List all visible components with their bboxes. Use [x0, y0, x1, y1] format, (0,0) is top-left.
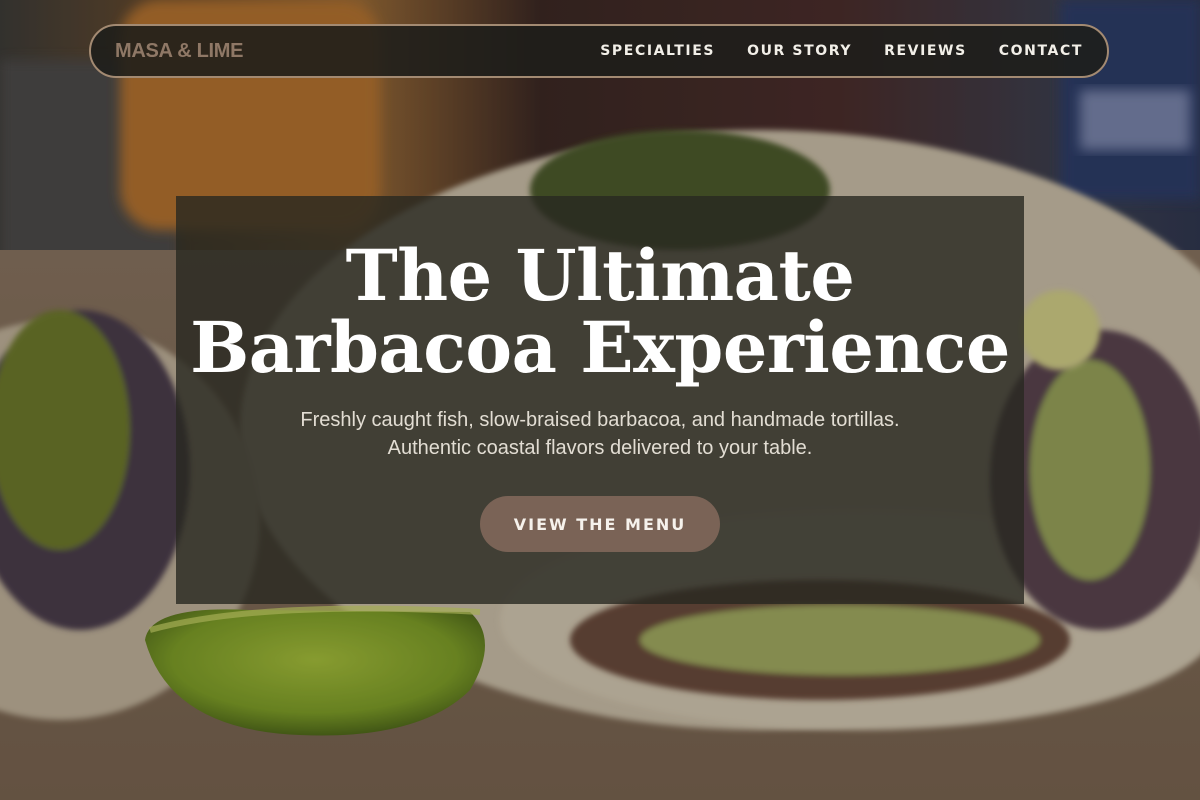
- brand-logo[interactable]: MASA & LIME: [115, 40, 243, 63]
- nav-links: SPECIALTIES OUR STORY REVIEWS CONTACT: [600, 43, 1083, 59]
- hero-title-line-1: The Ultimate: [345, 234, 855, 317]
- hero-title-line-2: Barbacoa Experience: [190, 306, 1010, 389]
- nav-link-contact[interactable]: CONTACT: [999, 43, 1083, 59]
- hero-title: The Ultimate Barbacoa Experience: [190, 240, 1010, 384]
- hero-subtitle-line-1: Freshly caught fish, slow-braised barbac…: [300, 409, 900, 431]
- nav-link-specialties[interactable]: SPECIALTIES: [600, 43, 715, 59]
- hero-subtitle-line-2: Authentic coastal flavors delivered to y…: [387, 437, 813, 459]
- nav-link-reviews[interactable]: REVIEWS: [884, 43, 967, 59]
- nav-link-our-story[interactable]: OUR STORY: [747, 43, 852, 59]
- hero-card: The Ultimate Barbacoa Experience Freshly…: [176, 196, 1024, 604]
- top-navigation-bar: MASA & LIME SPECIALTIES OUR STORY REVIEW…: [89, 24, 1109, 78]
- view-menu-button[interactable]: VIEW THE MENU: [480, 496, 720, 552]
- hero-subtitle: Freshly caught fish, slow-braised barbac…: [250, 406, 950, 462]
